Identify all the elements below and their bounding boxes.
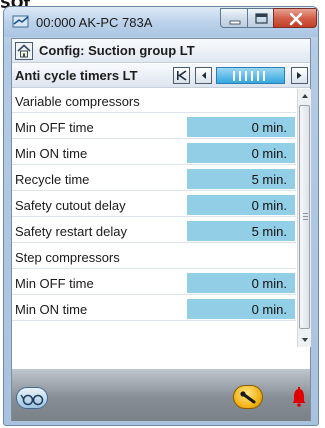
list-item[interactable]: Min OFF time 0 min. [12,115,296,139]
page-indicator[interactable] [216,67,285,84]
window-title: 00:000 AK-PC 783A [36,15,153,30]
page-tick [233,71,235,81]
page-tick [245,71,247,81]
parameter-list[interactable]: Variable compressors Min OFF time 0 min.… [12,89,296,355]
page-title: Config: Suction group LT [39,43,195,58]
view-button[interactable] [16,387,48,409]
list-item[interactable]: Min OFF time 0 min. [12,271,296,295]
param-value[interactable]: 0 min. [187,143,295,163]
list-item[interactable]: Safety restart delay 5 min. [12,219,296,243]
param-label: Min OFF time [15,120,94,135]
list-item[interactable]: Min ON time 0 min. [12,141,296,165]
close-button[interactable] [273,8,317,28]
maximize-button[interactable] [247,8,274,28]
prev-page-button[interactable] [195,67,212,84]
param-value-text: 0 min. [251,146,287,161]
first-page-button[interactable] [173,67,190,84]
page-tick [239,71,241,81]
param-value-text: 0 min. [251,276,287,291]
home-icon[interactable] [15,42,33,60]
config-header: Config: Suction group LT [12,39,310,63]
list-item: Step compressors [12,245,296,269]
list-item: Variable compressors [12,89,296,113]
vertical-scrollbar[interactable] [297,89,311,347]
section-header: Anti cycle timers LT [12,64,310,88]
param-label: Min ON time [15,302,88,317]
next-page-icon [297,72,302,79]
scroll-up-button[interactable] [298,89,312,103]
footer-bar [12,369,310,421]
param-value[interactable]: 0 min. [187,117,295,137]
param-value[interactable]: 5 min. [187,221,295,241]
page-tick [263,71,265,81]
scroll-down-button[interactable] [298,333,312,347]
scrollbar-thumb[interactable] [299,105,310,329]
page-tick [251,71,253,81]
param-label: Recycle time [15,172,90,187]
minimize-button[interactable] [220,8,248,28]
page-tick [257,71,259,81]
param-label: Min OFF time [15,276,94,291]
param-value[interactable]: 0 min. [187,299,295,319]
param-value-text: 0 min. [251,198,287,213]
group-label: Variable compressors [15,94,140,109]
param-value-text: 5 min. [251,172,287,187]
grip-line [303,216,308,217]
list-item[interactable]: Min ON time 0 min. [12,297,296,321]
app-icon [12,14,30,30]
alarm-bell-icon[interactable] [290,385,308,409]
param-value[interactable]: 0 min. [187,195,295,215]
glasses-icon [20,394,44,406]
param-label: Safety cutout delay [15,198,126,213]
param-label: Safety restart delay [15,224,127,239]
param-label: Min ON time [15,146,88,161]
tools-button[interactable] [233,385,263,409]
param-value-text: 5 min. [251,224,287,239]
client-area: Config: Suction group LT Anti cycle time… [11,38,311,421]
list-item[interactable]: Safety cutout delay 0 min. [12,193,296,217]
param-value[interactable]: 0 min. [187,273,295,293]
first-page-icon [177,70,187,81]
param-value[interactable]: 5 min. [187,169,295,189]
section-title: Anti cycle timers LT [15,68,138,83]
group-label: Step compressors [15,250,120,265]
grip-line [303,219,308,220]
param-value-text: 0 min. [251,120,287,135]
wrench-icon [240,391,256,404]
app-window: 00:000 AK-PC 783A Config: Suction group … [3,6,319,426]
param-value-text: 0 min. [251,302,287,317]
prev-page-icon [202,72,206,79]
grip-line [303,213,308,214]
title-bar[interactable]: 00:000 AK-PC 783A [4,7,318,37]
list-item[interactable]: Recycle time 5 min. [12,167,296,191]
next-page-button[interactable] [291,67,308,84]
